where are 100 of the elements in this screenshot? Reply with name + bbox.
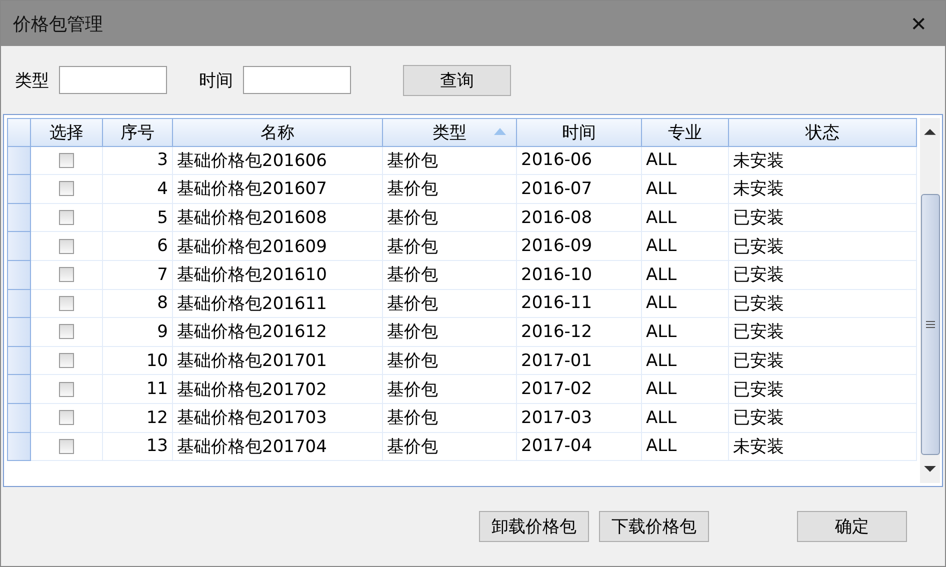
table-cell-text: 基价包 bbox=[387, 150, 438, 172]
row-header[interactable] bbox=[7, 204, 31, 232]
table-cell-text: 基础价格包201701 bbox=[177, 350, 327, 372]
row-checkbox[interactable] bbox=[59, 238, 74, 254]
table-cell: ALL bbox=[646, 178, 677, 199]
table-cell: 2016-06 bbox=[521, 150, 592, 170]
row-header[interactable] bbox=[7, 404, 31, 433]
table-cell: 2017-04 bbox=[521, 436, 592, 456]
table-cell: ALL bbox=[646, 350, 677, 371]
table-cell: 2016-07 bbox=[521, 178, 592, 199]
column-header[interactable]: 专业 bbox=[642, 118, 729, 147]
table-cell-text: 基价包 bbox=[387, 264, 438, 286]
table-cell-text: 基价包 bbox=[387, 236, 438, 258]
table-cell: 2016-12 bbox=[521, 322, 592, 342]
table-cell-text: 基础价格包201607 bbox=[177, 178, 327, 200]
row-checkbox[interactable] bbox=[59, 152, 74, 168]
table-cell-text: 基价包 bbox=[387, 178, 438, 200]
close-button[interactable]: ✕ bbox=[904, 12, 933, 36]
filter-input[interactable] bbox=[59, 66, 167, 94]
table-cell-text: 基础价格包201612 bbox=[177, 321, 327, 344]
row-checkbox[interactable] bbox=[59, 382, 74, 397]
row-checkbox[interactable] bbox=[59, 267, 74, 282]
row-checkbox[interactable] bbox=[59, 296, 74, 311]
filter-input[interactable] bbox=[243, 66, 351, 94]
row-header[interactable] bbox=[7, 432, 31, 462]
table-cell-text: 未安装 bbox=[733, 436, 784, 458]
action-button[interactable]: 卸载价格包 bbox=[479, 511, 589, 542]
table-cell-text: 已安装 bbox=[733, 378, 784, 401]
table-cell-text: 基础价格包201608 bbox=[177, 207, 327, 230]
table-cell: 7 bbox=[157, 264, 168, 285]
table-cell-text: 基础价格包201610 bbox=[177, 264, 327, 286]
table-cell: ALL bbox=[646, 379, 677, 400]
table-cell-text: 基础价格包201702 bbox=[177, 378, 327, 401]
table-cell: ALL bbox=[646, 408, 677, 428]
table-cell: ALL bbox=[646, 150, 677, 170]
table-cell-text: 基础价格包201606 bbox=[177, 150, 327, 172]
table-cell: 3 bbox=[157, 150, 168, 170]
scrollbar[interactable] bbox=[920, 118, 940, 483]
table-cell-text: 基础价格包201703 bbox=[177, 407, 327, 430]
row-header[interactable] bbox=[7, 290, 31, 318]
column-header[interactable]: 序号 bbox=[103, 118, 173, 147]
action-button[interactable]: 下载价格包 bbox=[599, 511, 709, 542]
table-cell: ALL bbox=[646, 208, 677, 228]
table-cell-text: 已安装 bbox=[733, 264, 784, 286]
table-cell: ALL bbox=[646, 436, 677, 456]
table-cell: 2016-09 bbox=[521, 236, 592, 256]
table-cell: 10 bbox=[146, 350, 168, 371]
filter-label: 类型 bbox=[15, 70, 49, 92]
column-header[interactable]: 状态 bbox=[729, 118, 917, 147]
row-header[interactable] bbox=[7, 146, 31, 176]
table-cell-text: 已安装 bbox=[733, 292, 784, 315]
table-cell-text: 已安装 bbox=[733, 407, 784, 430]
table-cell-text: 已安装 bbox=[733, 350, 784, 372]
column-header[interactable]: 时间 bbox=[517, 118, 642, 147]
row-checkbox[interactable] bbox=[59, 181, 74, 196]
column-header[interactable]: 选择 bbox=[31, 118, 103, 147]
scroll-up-icon[interactable] bbox=[924, 128, 936, 136]
table-cell-text: 未安装 bbox=[733, 150, 784, 172]
window-title: 价格包管理 bbox=[13, 12, 103, 36]
table-cell-text: 基价包 bbox=[387, 350, 438, 372]
table-cell: ALL bbox=[646, 293, 677, 314]
row-checkbox[interactable] bbox=[59, 210, 74, 226]
row-header[interactable] bbox=[7, 346, 31, 376]
table-cell: 12 bbox=[146, 408, 168, 428]
table-cell-text: 基础价格包201609 bbox=[177, 236, 327, 258]
action-button[interactable]: 确定 bbox=[797, 511, 907, 542]
table-cell: 2017-03 bbox=[521, 408, 592, 428]
column-header[interactable]: 类型 bbox=[383, 118, 517, 147]
table-cell: 5 bbox=[157, 208, 168, 228]
table-cell: 8 bbox=[157, 293, 168, 314]
table-cell-text: 基础价格包201704 bbox=[177, 436, 327, 458]
row-header[interactable] bbox=[7, 175, 31, 204]
table-cell: 9 bbox=[157, 322, 168, 342]
row-checkbox[interactable] bbox=[59, 353, 74, 368]
table-cell-text: 基价包 bbox=[387, 407, 438, 430]
table-cell: 13 bbox=[146, 436, 168, 456]
table-cell-text: 基价包 bbox=[387, 436, 438, 458]
table-cell-text: 基础价格包201611 bbox=[177, 292, 327, 315]
table-cell: 6 bbox=[157, 236, 168, 256]
table-cell: ALL bbox=[646, 236, 677, 256]
table-cell: ALL bbox=[646, 264, 677, 285]
query-button[interactable]: 查询 bbox=[403, 64, 511, 96]
row-header[interactable] bbox=[7, 260, 31, 290]
row-header[interactable] bbox=[7, 375, 31, 404]
row-header[interactable] bbox=[7, 318, 31, 347]
table-cell: 2016-10 bbox=[521, 264, 592, 285]
table-cell: 2017-01 bbox=[521, 350, 592, 371]
table-cell-text: 基价包 bbox=[387, 321, 438, 344]
table-cell: 4 bbox=[157, 178, 168, 199]
row-header[interactable] bbox=[7, 232, 31, 261]
column-header[interactable]: 名称 bbox=[173, 118, 383, 147]
row-checkbox[interactable] bbox=[59, 438, 74, 454]
scroll-down-icon[interactable] bbox=[924, 465, 936, 473]
grip-icon bbox=[926, 321, 934, 328]
row-checkbox[interactable] bbox=[59, 410, 74, 426]
table-cell-text: 基价包 bbox=[387, 292, 438, 315]
scrollbar-thumb[interactable] bbox=[920, 194, 940, 456]
table-cell-text: 未安装 bbox=[733, 178, 784, 200]
row-checkbox[interactable] bbox=[59, 324, 74, 340]
table-cell: 11 bbox=[146, 379, 168, 400]
